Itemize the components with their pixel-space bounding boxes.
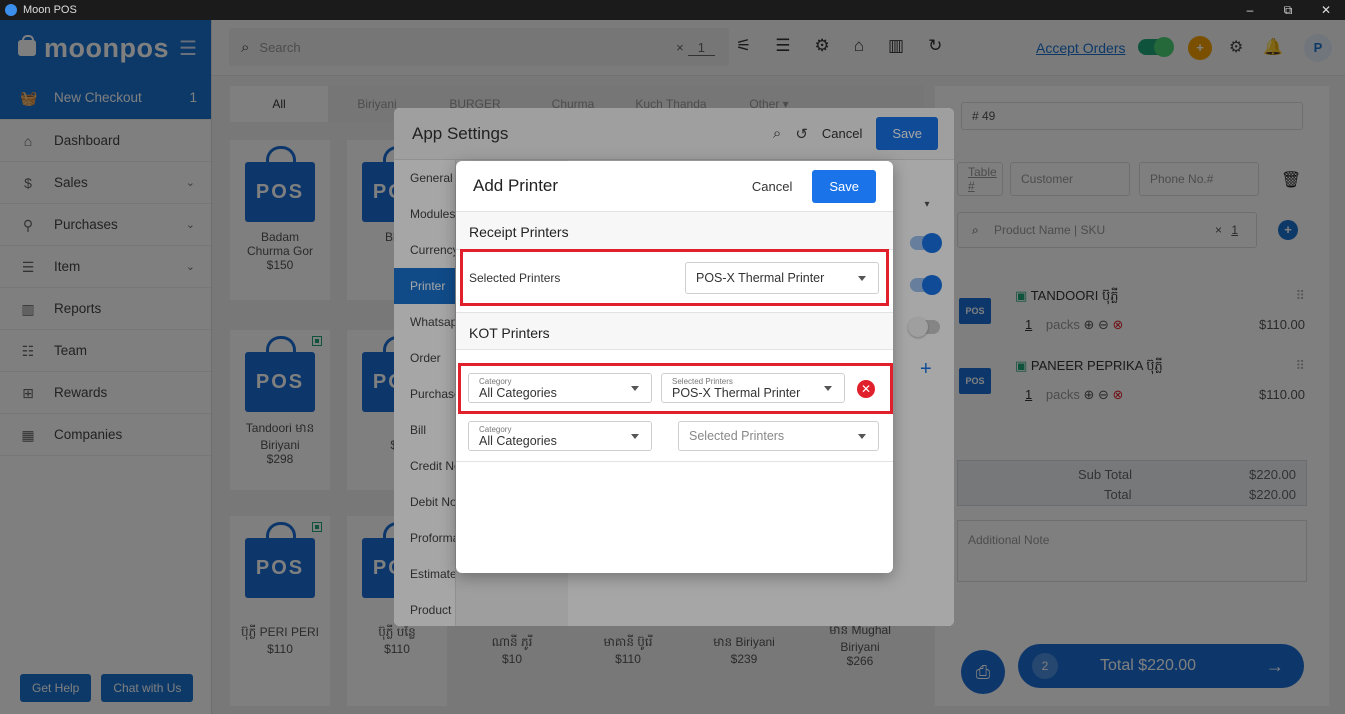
chevron-down-icon <box>631 386 639 391</box>
add-printer-save-button[interactable]: Save <box>812 169 876 203</box>
remove-kot-row-icon[interactable]: ✕ <box>857 380 875 398</box>
kot-printer-select-2[interactable]: Selected Printers <box>678 421 879 451</box>
chevron-down-icon <box>858 276 866 281</box>
add-printer-cancel-button[interactable]: Cancel <box>752 179 792 194</box>
app-icon <box>5 4 17 16</box>
minimize-icon[interactable]: – <box>1231 0 1269 20</box>
chevron-down-icon <box>824 386 832 391</box>
receipt-printer-select[interactable]: POS-X Thermal Printer <box>685 262 879 294</box>
add-printer-title: Add Printer <box>473 176 559 195</box>
kot-printer-value: POS-X Thermal Printer <box>672 386 801 400</box>
category-field-label: Category <box>479 377 512 386</box>
kot-category-select[interactable]: Category All Categories <box>468 373 652 403</box>
add-printer-header: Add Printer Cancel Save <box>456 161 893 212</box>
receipt-printer-row: Selected Printers POS-X Thermal Printer <box>460 249 889 306</box>
kot-category-value: All Categories <box>479 434 557 448</box>
category-field-label: Category <box>479 425 512 434</box>
kot-printer-select[interactable]: Selected Printers POS-X Thermal Printer <box>661 373 845 403</box>
kot-category-value: All Categories <box>479 386 557 400</box>
divider <box>456 461 893 462</box>
kot-printers-heading: KOT Printers <box>456 312 893 350</box>
chevron-down-icon <box>631 434 639 439</box>
maximize-icon[interactable]: ⧉ <box>1269 0 1307 20</box>
selected-printers-label: Selected Printers <box>469 270 561 285</box>
close-icon[interactable]: ✕ <box>1307 0 1345 20</box>
chevron-down-icon <box>858 434 866 439</box>
selected-printers-field-label: Selected Printers <box>672 377 733 386</box>
receipt-printer-value: POS-X Thermal Printer <box>696 271 825 285</box>
window-titlebar: Moon POS – ⧉ ✕ <box>0 0 1345 20</box>
app-root: moonpos ☰ 🧺 New Checkout 1 ⌂ Dashboard $… <box>0 20 1345 714</box>
window-controls: – ⧉ ✕ <box>1231 0 1345 20</box>
kot-category-select-2[interactable]: Category All Categories <box>468 421 652 451</box>
receipt-printers-heading: Receipt Printers <box>456 212 893 250</box>
window-title: Moon POS <box>23 4 77 16</box>
kot-printer-placeholder: Selected Printers <box>689 429 785 443</box>
add-printer-dialog: Add Printer Cancel Save Receipt Printers… <box>456 161 893 573</box>
